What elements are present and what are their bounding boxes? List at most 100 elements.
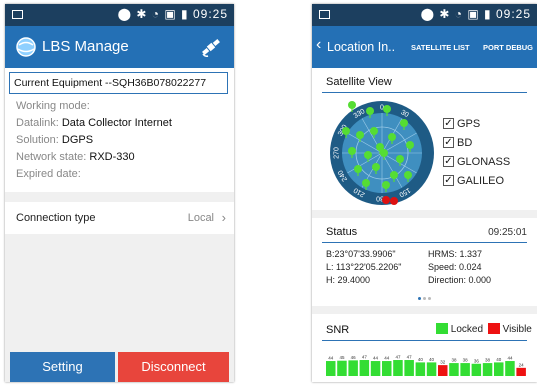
snr-bar [348, 360, 358, 376]
snr-bar-chart: 44 45 46 47 44 44 47 47 40 40 32 38 38 36 38 40 44 24 [326, 355, 526, 376]
satellite-marker [342, 127, 350, 135]
section-title: SNR [326, 324, 350, 336]
snr-value-label: 38 [485, 358, 491, 363]
snr-value-label: 45 [339, 355, 345, 360]
connection-type-label: Connection type [16, 212, 96, 224]
snr-value-label: 36 [474, 358, 480, 363]
status-bar: ⬤ ✱ ◔ ▣ ▮ 09:25 [312, 4, 537, 26]
current-equipment[interactable]: Current Equipment --SQH36B078022277 [9, 72, 228, 94]
snr-value-label: 38 [463, 358, 469, 363]
snr-bar [449, 363, 459, 376]
status-row: B:23°07'33.9906" HRMS: 1.337 [326, 249, 526, 262]
snr-value-label: 40 [418, 357, 424, 362]
snr-bar [404, 360, 414, 376]
satellite-marker [404, 171, 412, 179]
satellite-marker [366, 107, 374, 115]
equipment-fields: Working mode: Datalink: Data Collector I… [16, 100, 172, 185]
satellite-marker [348, 101, 356, 109]
page-title: Location In.. [327, 40, 396, 54]
field-label: Expired date: [16, 168, 81, 180]
equipment-panel: Current Equipment --SQH36B078022277 Work… [5, 68, 234, 192]
setting-button[interactable]: Setting [10, 352, 115, 382]
snr-legend: Locked Visible [436, 323, 532, 335]
hrms: HRMS: 1.337 [428, 249, 483, 259]
lbs-logo-icon [16, 37, 36, 57]
latitude: B:23°07'33.9906" [326, 249, 396, 259]
snr-bar [460, 363, 470, 376]
snr-value-label: 47 [395, 355, 401, 360]
checkbox-checked-icon: ✓ [443, 137, 454, 148]
satellite-marker [372, 163, 380, 171]
satellite-marker [388, 133, 396, 141]
snr-value-label: 24 [519, 362, 525, 367]
field-row: Network state: RXD-330 [16, 151, 172, 168]
gnss-checkbox-gps[interactable]: ✓ GPS [443, 114, 510, 133]
legend-visible-label: Visible [502, 324, 532, 335]
notification-icon [319, 10, 330, 19]
snr-bar [393, 360, 403, 376]
snr-value-label: 40 [429, 357, 435, 362]
satellite-marker [376, 143, 384, 151]
snr-bar [426, 362, 437, 376]
status-panel: Status 09:25:01 B:23°07'33.9906" HRMS: 1… [312, 218, 537, 306]
snr-value-label: 47 [407, 355, 413, 360]
status-time: 09:25 [192, 7, 228, 21]
field-label: Working mode: [16, 100, 90, 112]
satellite-marker [364, 151, 372, 159]
gnss-checkbox-bd[interactable]: ✓ BD [443, 133, 510, 152]
app-bar: LBS Manage [5, 26, 234, 68]
legend-locked-label: Locked [450, 324, 484, 335]
snr-bar [471, 363, 482, 376]
divider [322, 92, 527, 93]
satellite-marker [406, 141, 414, 149]
status-bar: ⬤ ✱ ◔ ▣ ▮ 09:25 [5, 4, 234, 26]
field-value: DGPS [61, 134, 94, 146]
checkbox-checked-icon: ✓ [443, 156, 454, 167]
snr-value-label: 44 [384, 356, 390, 361]
longitude: L: 113°22'05.2206" [326, 262, 402, 272]
section-title: Status [326, 226, 358, 238]
tab-satellite-list[interactable]: SATELLITE LIST [411, 43, 470, 52]
compass-label: 270 [334, 147, 341, 159]
status-row: H: 29.4000 Direction: 0.000 [326, 275, 526, 288]
status-icons: ⬤ ✱ ◔ ▣ ▮ [117, 7, 193, 21]
snr-bar [337, 360, 347, 376]
snr-value-label: 44 [507, 356, 513, 361]
field-label: Solution: [16, 134, 59, 146]
field-label: Network state: [16, 151, 87, 163]
connection-type-row[interactable]: Connection type Local › [5, 202, 234, 234]
page-title: LBS Manage [42, 38, 129, 55]
status-time: 09:25:01 [488, 227, 527, 238]
field-row: Datalink: Data Collector Internet [16, 117, 172, 134]
tab-port-debug[interactable]: PORT DEBUG [483, 43, 533, 52]
status-row: L: 113°22'05.2206" Speed: 0.024 [326, 262, 526, 275]
status-time: 09:25 [495, 7, 531, 21]
satellite-marker [356, 131, 364, 139]
checkbox-checked-icon: ✓ [443, 118, 454, 129]
legend-visible-swatch [487, 323, 500, 334]
skyplot: 300330300270240210180150 [330, 101, 434, 205]
back-arrow-icon[interactable]: ‹ [316, 36, 321, 54]
field-row: Working mode: [16, 100, 172, 117]
snr-value-label: 44 [373, 356, 379, 361]
snr-value-label: 32 [440, 360, 446, 365]
satellite-marker [390, 197, 398, 205]
app-bar: ‹ Location In.. SATELLITE LIST PORT DEBU… [312, 26, 537, 68]
chevron-right-icon: › [221, 210, 226, 225]
gnss-checkbox-glonass[interactable]: ✓ GLONASS [443, 152, 510, 171]
location-info-screen: ⬤ ✱ ◔ ▣ ▮ 09:25 ‹ Location In.. SATELLIT… [312, 4, 537, 382]
snr-bar [505, 361, 515, 376]
divider [322, 242, 527, 243]
snr-bar [382, 361, 392, 376]
satellite-icon[interactable] [200, 36, 222, 58]
satellite-marker [354, 165, 362, 173]
satellite-marker [370, 127, 378, 135]
satellite-marker [382, 196, 390, 204]
notification-icon [12, 10, 23, 19]
snr-bar [359, 360, 370, 376]
satellite-marker [362, 179, 370, 187]
disconnect-button[interactable]: Disconnect [118, 352, 229, 382]
satellite-marker [396, 155, 404, 163]
connection-type-value: Local [187, 212, 214, 224]
gnss-checkbox-galileo[interactable]: ✓ GALILEO [443, 171, 510, 190]
